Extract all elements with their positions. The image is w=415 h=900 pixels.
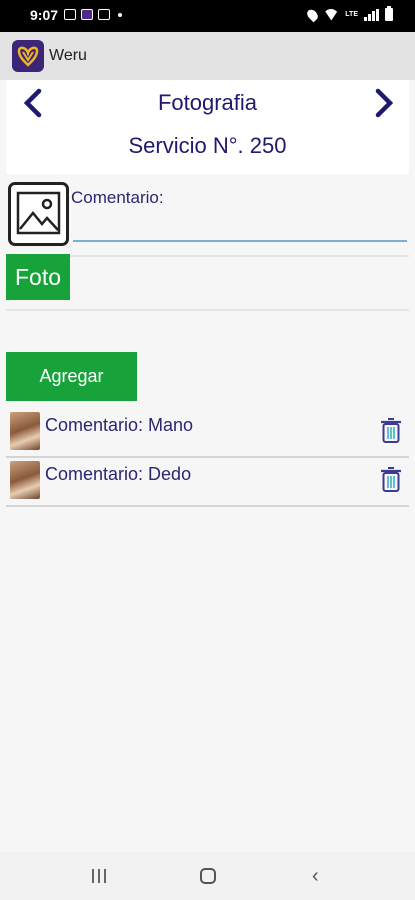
photo-list-item[interactable]: Comentario: Mano xyxy=(6,408,409,458)
back-button[interactable]: ‹ xyxy=(312,866,319,886)
trash-icon xyxy=(381,418,401,443)
chevron-right-icon xyxy=(375,88,394,118)
status-time: 9:07 xyxy=(30,7,59,23)
service-number: Servicio N°. 250 xyxy=(128,133,287,158)
home-button[interactable] xyxy=(200,868,216,884)
photo-thumbnail xyxy=(10,461,40,499)
comment-input[interactable] xyxy=(73,214,407,242)
page-title: Fotografia xyxy=(157,90,258,115)
status-bar: 9:07 LTE xyxy=(0,0,415,32)
wifi-icon xyxy=(323,9,339,21)
gallery-notification-icon xyxy=(64,9,76,20)
network-type-label: LTE xyxy=(345,11,358,18)
signal-icon xyxy=(364,8,379,21)
photo-comment: Comentario: Dedo xyxy=(45,464,192,484)
divider xyxy=(6,505,409,507)
divider xyxy=(6,309,409,311)
app-notification-icon xyxy=(81,9,93,20)
system-icons: LTE xyxy=(305,6,393,22)
mail-notification-icon xyxy=(98,9,110,20)
delete-button[interactable] xyxy=(379,416,403,444)
location-icon xyxy=(305,7,321,22)
image-placeholder-icon xyxy=(16,191,61,235)
comment-label: Comentario: xyxy=(71,188,164,207)
photo-preview[interactable] xyxy=(8,182,69,246)
delete-button[interactable] xyxy=(379,465,403,493)
more-notifications-icon xyxy=(118,12,122,17)
notification-icons xyxy=(64,9,122,20)
photo-thumbnail xyxy=(10,412,40,450)
take-photo-button[interactable]: Foto xyxy=(6,254,70,300)
recent-apps-button[interactable] xyxy=(92,869,106,883)
photo-comment: Comentario: Mano xyxy=(45,415,194,435)
next-button[interactable] xyxy=(373,88,395,118)
battery-icon xyxy=(385,6,393,21)
app-logo-icon xyxy=(12,40,44,72)
app-title: Weru xyxy=(49,47,87,64)
photo-list-item[interactable]: Comentario: Dedo xyxy=(6,457,409,507)
trash-icon xyxy=(381,467,401,492)
add-button[interactable]: Agregar xyxy=(6,352,137,401)
